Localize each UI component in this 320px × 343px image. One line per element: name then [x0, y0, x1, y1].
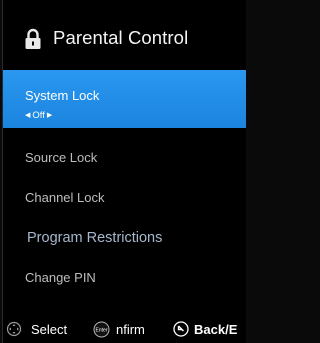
menu-item-change-pin[interactable]: Change PIN — [3, 262, 246, 320]
footer-select-label: Select — [31, 322, 68, 337]
back-icon — [173, 321, 189, 337]
page-title: Parental Control — [53, 27, 189, 48]
footer-back-label: Back/E — [194, 322, 238, 337]
menu-item-label: Source Lock — [25, 150, 98, 165]
enter-button-icon: Enter — [93, 321, 110, 338]
footer-hints: Select Enter nfirm Back/E — [3, 318, 246, 343]
menu-item-label: Change PIN — [25, 270, 96, 285]
arrow-left-icon[interactable]: ◀ — [25, 112, 30, 119]
system-lock-value: Off — [32, 110, 45, 121]
menu-item-system-lock[interactable]: System Lock ◀ Off ▶ — [3, 70, 246, 128]
footer-confirm-label: nfirm — [116, 322, 145, 337]
dpad-icon — [6, 321, 22, 337]
menu-item-label: Program Restrictions — [27, 230, 163, 246]
menu-item-label: System Lock — [25, 88, 100, 103]
arrow-right-icon[interactable]: ▶ — [47, 112, 52, 119]
menu-header: Parental Control — [3, 0, 246, 70]
menu-item-label: Channel Lock — [25, 190, 105, 205]
system-lock-value-selector[interactable]: ◀ Off ▶ — [25, 110, 52, 121]
tv-menu-panel: Parental Control System Lock ◀ Off ▶ Sou… — [2, 0, 246, 343]
lock-icon — [25, 28, 41, 49]
svg-text:Enter: Enter — [96, 328, 108, 334]
